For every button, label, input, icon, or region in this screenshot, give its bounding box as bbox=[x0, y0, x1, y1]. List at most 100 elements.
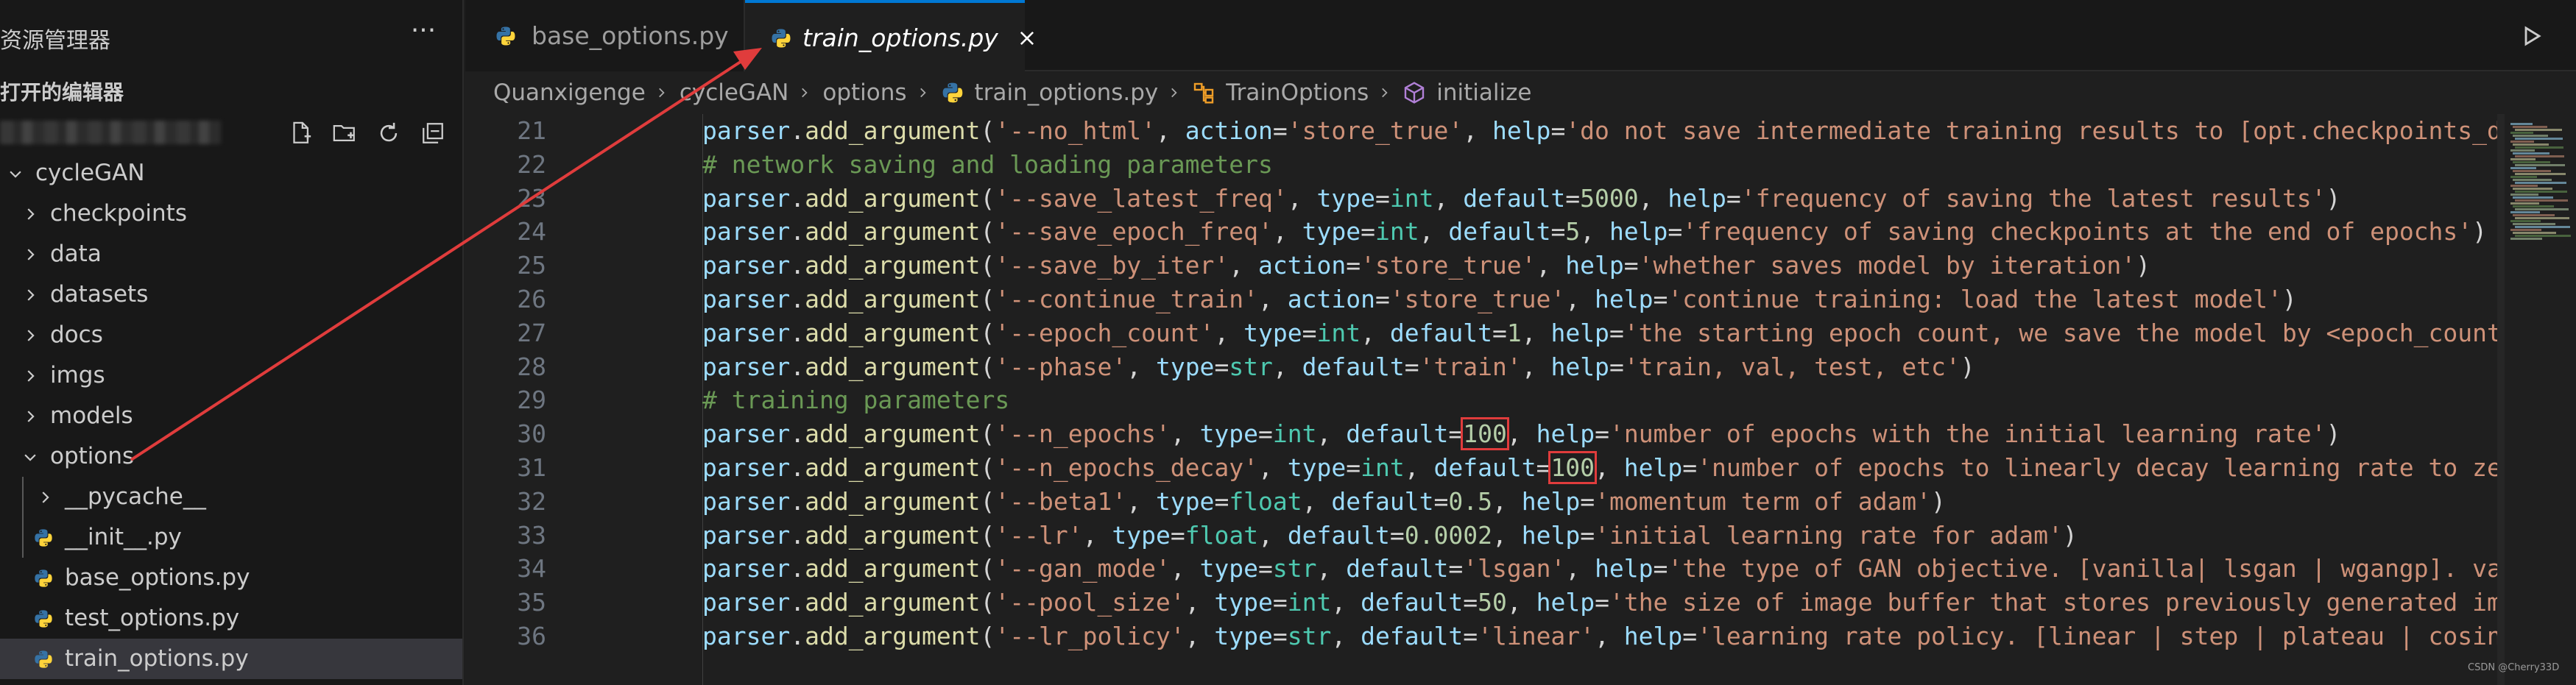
code-line[interactable]: 21 parser.add_argument('--no_html', actio… bbox=[465, 114, 2505, 149]
tab-train-options-py[interactable]: train_options.py bbox=[745, 0, 1034, 73]
tree-item-test-options-py[interactable]: test_options.py bbox=[0, 598, 462, 639]
tree-item-data[interactable]: data bbox=[0, 234, 462, 274]
tree-item-models[interactable]: models bbox=[0, 396, 462, 436]
breadcrumb-workspace[interactable]: Quanxigenge bbox=[493, 79, 646, 106]
run-python-file-button[interactable] bbox=[2515, 19, 2549, 53]
line-code: parser.add_argument('--no_html', action=… bbox=[702, 114, 2505, 149]
code-token: add_argument bbox=[805, 183, 981, 213]
open-editors-section[interactable]: 打开的编辑器 bbox=[0, 77, 124, 109]
minimap-line bbox=[2510, 132, 2533, 134]
code-token: float bbox=[1229, 486, 1302, 516]
breadcrumb-file[interactable]: train_options.py bbox=[941, 79, 1158, 106]
close-tab-button[interactable] bbox=[1017, 25, 1037, 52]
tree-item-cyclegan[interactable]: cycleGAN bbox=[0, 153, 462, 194]
code-token: 'train, val, test, etc' bbox=[1623, 352, 1961, 381]
code-line[interactable]: 28 parser.add_argument('--phase', type=st… bbox=[465, 349, 2505, 385]
code-line[interactable]: 29 # training parameters bbox=[465, 383, 2505, 418]
breadcrumb-cyclegan[interactable]: cycleGAN bbox=[680, 79, 789, 106]
code-token: 'store_true' bbox=[1389, 285, 1566, 313]
collapse-all-button[interactable] bbox=[416, 116, 450, 150]
tree-item-imgs[interactable]: imgs bbox=[0, 355, 462, 396]
code-token: add_argument bbox=[805, 352, 981, 381]
code-line[interactable]: 36 parser.add_argument('--lr_policy', typ… bbox=[465, 619, 2505, 654]
line-number: 35 bbox=[517, 588, 546, 617]
more-actions-button[interactable]: ··· bbox=[405, 15, 442, 52]
line-code: parser.add_argument('--n_epochs_decay', … bbox=[702, 450, 2505, 486]
code-line[interactable]: 33 parser.add_argument('--lr', type=float… bbox=[465, 518, 2505, 553]
minimap-line bbox=[2515, 226, 2570, 228]
workspace-folder-row[interactable] bbox=[0, 112, 462, 153]
breadcrumb-method[interactable]: initialize bbox=[1402, 79, 1531, 106]
code-token: , bbox=[1565, 554, 1595, 583]
code-editor[interactable]: 21 parser.add_argument('--no_html', actio… bbox=[465, 114, 2505, 685]
tree-item-label: options bbox=[50, 443, 135, 469]
line-code: # training parameters bbox=[702, 383, 1009, 418]
code-token: parser bbox=[702, 116, 791, 145]
code-token: = bbox=[1375, 183, 1390, 213]
code-token: ) bbox=[2326, 183, 2341, 213]
tree-item-label: __init__.py bbox=[65, 524, 182, 550]
code-token: = bbox=[1272, 622, 1288, 650]
chevron-right-icon bbox=[19, 234, 41, 274]
code-token: parser bbox=[702, 217, 791, 246]
refresh-icon bbox=[380, 122, 398, 142]
code-line[interactable]: 26 parser.add_argument('--continue_train'… bbox=[465, 282, 2505, 317]
code-token: add_argument bbox=[805, 453, 981, 482]
tree-item-checkpoints[interactable]: checkpoints bbox=[0, 194, 462, 234]
code-token: 'continue training: load the latest mode… bbox=[1668, 285, 2282, 313]
code-line[interactable]: 34 parser.add_argument('--gan_mode', type… bbox=[465, 551, 2505, 586]
method-symbol-icon bbox=[1402, 79, 1429, 106]
tree-item-pycache[interactable]: __pycache__ bbox=[0, 477, 462, 517]
minimap-line bbox=[2515, 199, 2568, 202]
new-file-button[interactable] bbox=[283, 116, 317, 150]
minimap-line bbox=[2510, 194, 2538, 196]
minimap-line bbox=[2513, 179, 2552, 181]
minimap-line bbox=[2510, 238, 2542, 240]
code-token: type bbox=[1287, 453, 1347, 482]
tree-item-init-py[interactable]: __init__.py bbox=[0, 517, 462, 558]
new-folder-button[interactable] bbox=[328, 116, 361, 150]
code-line[interactable]: 30 parser.add_argument('--n_epochs', type… bbox=[465, 416, 2505, 452]
tree-item-datasets[interactable]: datasets bbox=[0, 274, 462, 315]
code-token: , bbox=[1214, 318, 1244, 347]
watermark: CSDN @Cherry33D bbox=[2468, 662, 2560, 673]
code-token: , bbox=[1302, 486, 1332, 516]
minimap-line bbox=[2510, 123, 2533, 125]
code-line[interactable]: 24 parser.add_argument('--save_epoch_freq… bbox=[465, 214, 2505, 249]
code-token: ( bbox=[980, 486, 995, 516]
code-line[interactable]: 27 parser.add_argument('--epoch_count', t… bbox=[465, 316, 2505, 351]
tree-item-label: docs bbox=[50, 322, 103, 348]
code-token: , bbox=[1185, 622, 1215, 650]
code-token: add_argument bbox=[805, 588, 981, 617]
code-line[interactable]: 32 parser.add_argument('--beta1', type=fl… bbox=[465, 484, 2505, 519]
code-line[interactable]: 35 parser.add_argument('--pool_size', typ… bbox=[465, 585, 2505, 620]
tree-item-train-options-py[interactable]: train_options.py bbox=[0, 639, 462, 679]
code-line[interactable]: 25 parser.add_argument('--save_by_iter', … bbox=[465, 248, 2505, 283]
tree-item-base-options-py[interactable]: base_options.py bbox=[0, 558, 462, 598]
python-file-icon bbox=[31, 517, 56, 558]
code-token: , bbox=[1258, 520, 1288, 550]
line-number: 29 bbox=[517, 386, 546, 415]
code-token: default bbox=[1331, 486, 1434, 516]
code-line[interactable]: 22 # network saving and loading parameter… bbox=[465, 147, 2505, 182]
code-line[interactable]: 31 parser.add_argument('--n_epochs_decay'… bbox=[465, 450, 2505, 486]
code-token: ( bbox=[980, 520, 995, 550]
minimap-line bbox=[2510, 185, 2538, 187]
code-line[interactable]: 23 parser.add_argument('--save_latest_fre… bbox=[465, 181, 2505, 216]
breadcrumb-class[interactable]: TrainOptions bbox=[1192, 79, 1369, 106]
explorer-header: 资源管理器 ··· bbox=[0, 0, 462, 74]
code-token: parser bbox=[702, 183, 791, 213]
code-token: = bbox=[1214, 352, 1229, 381]
tree-item-label: datasets bbox=[50, 281, 149, 308]
minimap[interactable] bbox=[2505, 114, 2576, 685]
refresh-button[interactable] bbox=[372, 116, 406, 150]
minimap-line bbox=[2513, 135, 2548, 137]
code-token: 0.5 bbox=[1448, 486, 1492, 516]
tab-base-options-py[interactable]: base_options.py bbox=[465, 0, 745, 71]
vertical-scrollbar[interactable] bbox=[2497, 114, 2505, 685]
minimap-line bbox=[2515, 217, 2569, 219]
tree-item-options[interactable]: options bbox=[0, 436, 462, 477]
breadcrumb-options[interactable]: options bbox=[822, 79, 906, 106]
tree-item-docs[interactable]: docs bbox=[0, 315, 462, 355]
breadcrumb-method-label: initialize bbox=[1436, 79, 1532, 106]
